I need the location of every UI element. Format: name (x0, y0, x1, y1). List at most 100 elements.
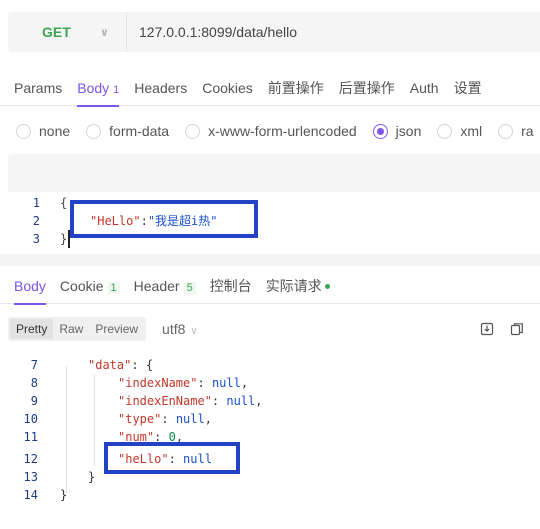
chevron-down-icon: ∨ (100, 26, 109, 39)
line-number: 3 (32, 232, 40, 246)
tab-count-badge: 1 (113, 83, 120, 96)
close-brace: } (60, 230, 71, 248)
tab-label: Body (14, 277, 46, 294)
request-tabs: Params Body 1 Headers Cookies 前置操作 后置操作 A… (0, 70, 540, 107)
response-body-viewer[interactable]: 7 "data": { 8 "indexName": null, 9 "indexEn… (0, 356, 540, 506)
code-line: 10 "type": null, (0, 410, 540, 428)
view-mode-switch: Pretty Raw Preview (8, 317, 147, 341)
radio-label: none (39, 123, 71, 139)
json-colon: : (131, 358, 146, 372)
tab-console[interactable]: 控制台 (210, 268, 252, 304)
line-number: 11 (23, 430, 38, 444)
tab-label: 控制台 (209, 277, 252, 294)
json-value: { (145, 358, 154, 372)
tab-body[interactable]: Body 1 (77, 70, 120, 107)
tab-label: 实际请求 (265, 277, 322, 294)
tab-headers[interactable]: Headers (134, 70, 187, 106)
tab-cookies[interactable]: Cookies (202, 70, 253, 106)
radio-label: form-data (109, 123, 170, 139)
json-close-brace: } (60, 488, 68, 502)
radio-form-data[interactable]: form-data (86, 123, 169, 139)
view-pretty-button[interactable]: Pretty (10, 319, 54, 339)
encoding-select[interactable]: utf8 ∨ (162, 321, 198, 337)
line-number: 12 (23, 452, 38, 466)
radio-xml[interactable]: xml (437, 123, 482, 139)
tab-label: Params (14, 79, 63, 96)
json-comma: , (255, 394, 263, 408)
method-select[interactable]: GET ∨ (8, 24, 126, 40)
tab-pre-operations[interactable]: 前置操作 (268, 70, 324, 106)
json-entry: } (88, 468, 95, 486)
chevron-down-icon: ∨ (190, 326, 198, 337)
radio-none[interactable]: none (16, 123, 70, 139)
radio-label: x-www-form-urlencoded (208, 123, 357, 139)
url-bar: GET ∨ 127.0.0.1:8099/data/hello (8, 12, 540, 52)
line-number: 9 (30, 394, 38, 408)
url-input[interactable]: 127.0.0.1:8099/data/hello (127, 24, 297, 40)
json-key: "data" (88, 358, 132, 372)
json-value: null (175, 412, 205, 426)
radio-checked-icon (372, 123, 388, 139)
line-number: 8 (30, 376, 38, 390)
code-line: 13} (0, 468, 540, 486)
tab-count-badge: 5 (183, 281, 196, 294)
tab-label: Auth (409, 79, 439, 96)
json-value: null (226, 394, 256, 408)
json-comma: , (204, 412, 212, 426)
tab-post-operations[interactable]: 后置操作 (339, 70, 395, 106)
tab-response-header[interactable]: Header 5 (134, 268, 196, 304)
response-tabs: Body Cookie 1 Header 5 控制台 实际请求 (0, 268, 540, 305)
json-key: "indexEnName" (118, 394, 212, 408)
tab-label: Body (77, 79, 110, 96)
tab-response-cookie[interactable]: Cookie 1 (60, 268, 120, 304)
radio-circle-icon (498, 123, 514, 139)
radio-raw[interactable]: ra (498, 123, 534, 139)
json-comma: , (240, 376, 249, 390)
code-line: 11 "num": 0, (0, 428, 540, 446)
code-line: 14} (0, 486, 540, 504)
tab-settings[interactable]: 设置 (454, 70, 482, 106)
tab-params[interactable]: Params (14, 70, 62, 106)
tab-label: 设置 (453, 79, 482, 96)
json-entry: "data": { (88, 356, 153, 374)
radio-circle-icon (185, 123, 201, 139)
tab-label: 后置操作 (338, 79, 395, 96)
line-number: 13 (23, 470, 38, 484)
copy-icon[interactable] (510, 322, 524, 336)
download-icon[interactable] (480, 322, 494, 336)
view-raw-button[interactable]: Raw (53, 319, 89, 339)
radio-label: json (395, 123, 422, 139)
radio-json[interactable]: json (372, 123, 422, 139)
json-colon: : (211, 394, 227, 408)
code-line: 12 "heLlo": null (0, 450, 540, 468)
json-entry: } (60, 486, 67, 504)
radio-label: xml (460, 123, 483, 139)
line-number: 14 (23, 488, 38, 502)
json-key: "type" (118, 412, 162, 426)
tab-auth[interactable]: Auth (410, 70, 439, 106)
tab-actual-request[interactable]: 实际请求 (266, 268, 330, 304)
section-divider (0, 254, 540, 266)
code-line: 9 "indexEnName": null, (0, 392, 540, 410)
tab-label: 前置操作 (267, 79, 324, 96)
view-preview-button[interactable]: Preview (89, 319, 144, 339)
tab-label: Cookies (202, 79, 253, 96)
json-entry: "type": null, (118, 410, 212, 428)
radio-circle-icon (437, 123, 453, 139)
json-entry: "indexName": null, (118, 374, 248, 392)
json-key: "indexName" (118, 376, 198, 390)
json-value: null (211, 376, 241, 390)
method-label: GET (42, 24, 71, 40)
line-number: 1 (32, 196, 40, 210)
json-colon: : (161, 412, 176, 426)
radio-urlencoded[interactable]: x-www-form-urlencoded (185, 123, 357, 139)
radio-circle-icon (16, 123, 31, 139)
json-entry: "indexEnName": null, (118, 392, 263, 410)
code-line: 7 "data": { (0, 356, 540, 374)
radio-circle-icon (86, 123, 102, 139)
tab-response-body[interactable]: Body (14, 268, 46, 305)
tab-label: Headers (134, 79, 188, 96)
code-line: 8 "indexName": null, (0, 374, 540, 392)
line-number: 7 (30, 358, 38, 372)
tab-label: Header (133, 277, 180, 294)
